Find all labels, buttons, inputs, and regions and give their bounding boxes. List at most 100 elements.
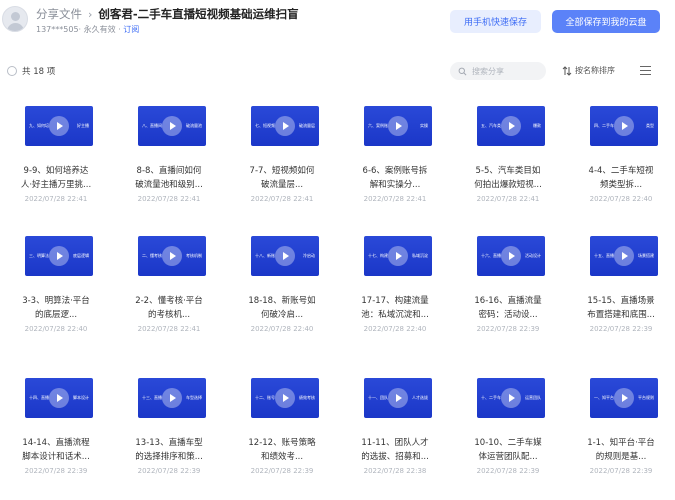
avatar[interactable] bbox=[2, 6, 28, 32]
file-name-line-1: 1-1、知平台·平台 bbox=[587, 438, 655, 448]
thumbnail-caption-left: 四、二手车 bbox=[594, 123, 614, 128]
video-thumbnail[interactable]: 十七、构建 私域沉淀 bbox=[364, 236, 432, 276]
file-name[interactable]: 10-10、二手车媒 体运营团队配... bbox=[458, 436, 558, 464]
video-thumbnail[interactable]: 十六、直播 活动设计 bbox=[477, 236, 545, 276]
video-thumbnail[interactable]: 三、明算法 底层逻辑 bbox=[25, 236, 93, 276]
select-all-checkbox[interactable] bbox=[7, 66, 17, 76]
validity-text: · 永久有效 · bbox=[78, 25, 124, 34]
play-icon[interactable] bbox=[614, 246, 634, 266]
thumbnail-caption-left: 十六、直播 bbox=[481, 253, 501, 258]
thumbnail-caption-right: 脚本设计 bbox=[73, 395, 89, 400]
file-name[interactable]: 7-7、短视频如何 破流量层... bbox=[232, 164, 332, 192]
sort-by-name-button[interactable]: 按名称排序 bbox=[562, 65, 615, 76]
play-icon[interactable] bbox=[501, 246, 521, 266]
file-name-line-1: 16-16、直播流量 bbox=[474, 296, 542, 306]
thumbnail-caption-right: 车型选择 bbox=[186, 395, 202, 400]
video-thumbnail[interactable]: 十八、新账 冷启动 bbox=[251, 236, 319, 276]
file-name-line-2: 破流量层... bbox=[260, 180, 304, 190]
file-name-line-1: 9-9、如何培养达 bbox=[23, 166, 89, 176]
subscribe-link[interactable]: 订阅 bbox=[123, 25, 139, 34]
video-thumbnail[interactable]: 十一、团队 人才选拔 bbox=[364, 378, 432, 418]
thumbnail-caption-left: 一、知平台 bbox=[594, 395, 614, 400]
thumbnail-caption-left: 十八、新账 bbox=[255, 253, 275, 258]
file-name[interactable]: 3-3、明算法·平台 的底层逻... bbox=[6, 294, 106, 322]
thumbnail-caption-left: 十一、团队 bbox=[368, 395, 388, 400]
play-icon[interactable] bbox=[49, 388, 69, 408]
video-thumbnail[interactable]: 五、汽车类 爆款 bbox=[477, 106, 545, 146]
file-date: 2022/07/28 22:40 bbox=[250, 325, 314, 333]
video-thumbnail[interactable]: 七、短视频 破流量层 bbox=[251, 106, 319, 146]
file-name[interactable]: 15-15、直播场景 布置搭建和底围... bbox=[571, 294, 671, 322]
file-name-line-2: 密码：活动设... bbox=[478, 310, 538, 320]
play-icon[interactable] bbox=[614, 388, 634, 408]
file-name[interactable]: 12-12、账号策略 和绩效考... bbox=[232, 436, 332, 464]
file-name-line-1: 18-18、新账号如 bbox=[248, 296, 316, 306]
play-icon[interactable] bbox=[275, 246, 295, 266]
thumbnail-caption-left: 三、明算法 bbox=[29, 253, 49, 258]
thumbnail-caption-right: 平台规则 bbox=[638, 395, 654, 400]
play-icon[interactable] bbox=[49, 116, 69, 136]
thumbnail-caption-left: 八、直播间 bbox=[142, 123, 162, 128]
video-thumbnail[interactable]: 十、二手车 运营团队 bbox=[477, 378, 545, 418]
search-input[interactable] bbox=[472, 66, 542, 76]
video-thumbnail[interactable]: 八、直播间 破流量池 bbox=[138, 106, 206, 146]
file-name[interactable]: 6-6、案例账号拆 解和实操分... bbox=[345, 164, 445, 192]
share-meta: 137***505· 永久有效 · 订阅 bbox=[36, 24, 139, 35]
file-name[interactable]: 16-16、直播流量 密码：活动设... bbox=[458, 294, 558, 322]
video-thumbnail[interactable]: 十四、直播 脚本设计 bbox=[25, 378, 93, 418]
file-name[interactable]: 1-1、知平台·平台 的规则是基... bbox=[571, 436, 671, 464]
play-icon[interactable] bbox=[614, 116, 634, 136]
breadcrumb-root-link[interactable]: 分享文件 bbox=[36, 6, 82, 22]
video-thumbnail[interactable]: 二、懂考核 考核机制 bbox=[138, 236, 206, 276]
play-icon[interactable] bbox=[275, 388, 295, 408]
play-icon[interactable] bbox=[275, 116, 295, 136]
play-icon[interactable] bbox=[501, 116, 521, 136]
file-name-line-1: 4-4、二手车短视 bbox=[588, 166, 654, 176]
list-view-icon[interactable] bbox=[640, 66, 651, 76]
share-header: 分享文件 › 创客君-二手车直播短视频基础运维扫盲 137***505· 永久有… bbox=[0, 0, 675, 42]
play-icon[interactable] bbox=[388, 246, 408, 266]
thumbnail-caption-right: 运营团队 bbox=[525, 395, 541, 400]
file-name-line-2: 频类型拆... bbox=[599, 180, 643, 190]
thumbnail-caption-right: 类型 bbox=[646, 123, 654, 128]
file-name[interactable]: 17-17、构建流量 池：私域沉淀和... bbox=[345, 294, 445, 322]
video-thumbnail[interactable]: 十二、账号 绩效考核 bbox=[251, 378, 319, 418]
file-name[interactable]: 2-2、懂考核·平台 的考核机... bbox=[119, 294, 219, 322]
file-date: 2022/07/28 22:38 bbox=[363, 467, 427, 475]
thumbnail-caption-left: 七、短视频 bbox=[255, 123, 275, 128]
play-icon[interactable] bbox=[162, 246, 182, 266]
thumbnail-caption-left: 五、汽车类 bbox=[481, 123, 501, 128]
video-thumbnail[interactable]: 一、知平台 平台规则 bbox=[590, 378, 658, 418]
video-thumbnail[interactable]: 九、如何培 好主播 bbox=[25, 106, 93, 146]
play-icon[interactable] bbox=[49, 246, 69, 266]
video-thumbnail[interactable]: 十五、直播 场景搭建 bbox=[590, 236, 658, 276]
play-icon[interactable] bbox=[388, 388, 408, 408]
file-date: 2022/07/28 22:41 bbox=[24, 195, 88, 203]
file-name[interactable]: 14-14、直播流程 脚本设计和话术... bbox=[6, 436, 106, 464]
thumbnail-caption-left: 九、如何培 bbox=[29, 123, 49, 128]
file-date: 2022/07/28 22:39 bbox=[589, 467, 653, 475]
file-name[interactable]: 11-11、团队人才 的选拔、招募和... bbox=[345, 436, 445, 464]
thumbnail-caption-left: 十三、直播 bbox=[142, 395, 162, 400]
video-thumbnail[interactable]: 四、二手车 类型 bbox=[590, 106, 658, 146]
file-name-line-1: 7-7、短视频如何 bbox=[249, 166, 315, 176]
file-name-line-2: 的选拔、招募和... bbox=[361, 452, 429, 462]
play-icon[interactable] bbox=[501, 388, 521, 408]
file-name[interactable]: 4-4、二手车短视 频类型拆... bbox=[571, 164, 671, 192]
file-name[interactable]: 9-9、如何培养达 人·好主播万里挑... bbox=[6, 164, 106, 192]
file-name[interactable]: 8-8、直播间如何 破流量池和级别... bbox=[119, 164, 219, 192]
search-box[interactable] bbox=[450, 62, 546, 80]
play-icon[interactable] bbox=[388, 116, 408, 136]
file-name[interactable]: 13-13、直播车型 的选择排序和策... bbox=[119, 436, 219, 464]
file-name-line-1: 17-17、构建流量 bbox=[361, 296, 429, 306]
thumbnail-caption-right: 好主播 bbox=[77, 123, 89, 128]
play-icon[interactable] bbox=[162, 116, 182, 136]
file-name[interactable]: 18-18、新账号如 何破冷启... bbox=[232, 294, 332, 322]
save-with-phone-button[interactable]: 用手机快速保存 bbox=[450, 10, 541, 33]
thumbnail-caption-left: 十四、直播 bbox=[29, 395, 49, 400]
file-name[interactable]: 5-5、汽车类目如 何拍出爆款短视... bbox=[458, 164, 558, 192]
video-thumbnail[interactable]: 六、案例账 实操 bbox=[364, 106, 432, 146]
play-icon[interactable] bbox=[162, 388, 182, 408]
video-thumbnail[interactable]: 十三、直播 车型选择 bbox=[138, 378, 206, 418]
save-all-to-cloud-button[interactable]: 全部保存到我的云盘 bbox=[552, 10, 660, 33]
